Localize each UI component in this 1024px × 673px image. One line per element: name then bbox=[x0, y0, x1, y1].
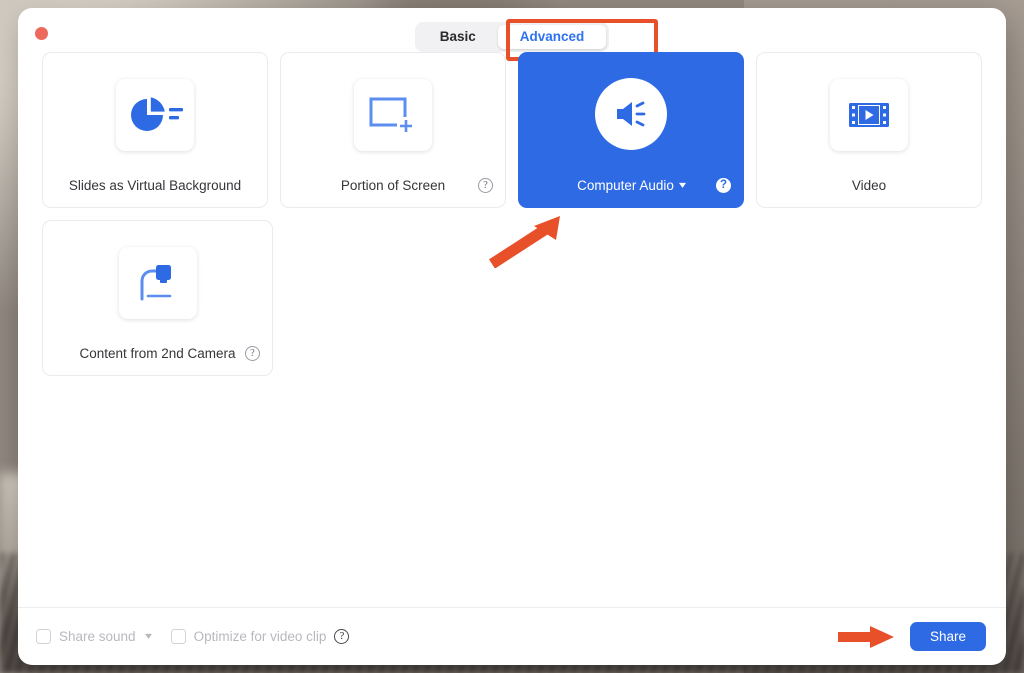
share-option-content-from-2nd-camera[interactable]: Content from 2nd Camera ? bbox=[42, 220, 273, 376]
optimize-label: Optimize for video clip bbox=[194, 629, 327, 644]
help-icon[interactable]: ? bbox=[334, 629, 349, 644]
option-footer: Content from 2nd Camera ? bbox=[43, 346, 272, 361]
option-footer: Video bbox=[757, 178, 981, 193]
share-option-slides-as-virtual-background[interactable]: Slides as Virtual Background bbox=[42, 52, 268, 208]
share-screen-dialog: Basic Advanced bbox=[18, 8, 1006, 665]
help-icon[interactable]: ? bbox=[716, 178, 731, 193]
option-thumbnail bbox=[595, 78, 667, 150]
option-footer: Portion of Screen ? bbox=[281, 178, 505, 193]
option-label: Video bbox=[852, 178, 886, 193]
option-thumbnail bbox=[116, 79, 194, 151]
option-label: Computer Audio bbox=[577, 178, 674, 193]
optimize-checkbox[interactable] bbox=[171, 629, 186, 644]
annotation-arrow-to-share-button bbox=[838, 626, 896, 648]
tab-bar: Basic Advanced bbox=[18, 22, 1006, 52]
tab-advanced[interactable]: Advanced bbox=[498, 25, 607, 49]
document-camera-icon bbox=[134, 261, 182, 305]
share-sound-checkbox[interactable] bbox=[36, 629, 51, 644]
help-icon[interactable]: ? bbox=[478, 178, 493, 193]
chevron-down-icon[interactable]: ▾ bbox=[679, 181, 686, 191]
share-options-row: Content from 2nd Camera ? bbox=[42, 220, 982, 376]
footer-actions: Share bbox=[838, 622, 986, 651]
option-label: Slides as Virtual Background bbox=[69, 178, 241, 193]
tab-group: Basic Advanced bbox=[415, 22, 610, 52]
dialog-footer: Share sound ▾ Optimize for video clip ? … bbox=[18, 607, 1006, 665]
share-options-row: Slides as Virtual Background Portion of … bbox=[42, 52, 982, 208]
option-thumbnail bbox=[830, 79, 908, 151]
option-thumbnail bbox=[354, 79, 432, 151]
film-strip-play-icon bbox=[847, 99, 891, 131]
pie-chart-slide-icon bbox=[127, 95, 183, 135]
optimize-for-video-clip-option[interactable]: Optimize for video clip ? bbox=[171, 629, 350, 644]
option-label: Portion of Screen bbox=[341, 178, 445, 193]
option-footer: Computer Audio ▾ ? bbox=[519, 178, 743, 193]
portion-of-screen-icon bbox=[367, 93, 419, 137]
share-sound-option[interactable]: Share sound ▾ bbox=[36, 629, 151, 644]
dialog-titlebar: Basic Advanced bbox=[18, 8, 1006, 54]
option-label: Content from 2nd Camera bbox=[79, 346, 235, 361]
speaker-audio-icon bbox=[613, 98, 649, 130]
option-thumbnail bbox=[119, 247, 197, 319]
share-option-portion-of-screen[interactable]: Portion of Screen ? bbox=[280, 52, 506, 208]
help-icon[interactable]: ? bbox=[245, 346, 260, 361]
chevron-down-icon[interactable]: ▾ bbox=[145, 632, 152, 642]
share-sound-label: Share sound bbox=[59, 629, 136, 644]
tab-basic[interactable]: Basic bbox=[418, 25, 498, 49]
footer-options: Share sound ▾ Optimize for video clip ? bbox=[36, 629, 349, 644]
share-option-computer-audio[interactable]: Computer Audio ▾ ? bbox=[518, 52, 744, 208]
share-option-video[interactable]: Video bbox=[756, 52, 982, 208]
share-options-grid: Slides as Virtual Background Portion of … bbox=[24, 52, 1000, 607]
option-footer: Slides as Virtual Background bbox=[43, 178, 267, 193]
share-button[interactable]: Share bbox=[910, 622, 986, 651]
